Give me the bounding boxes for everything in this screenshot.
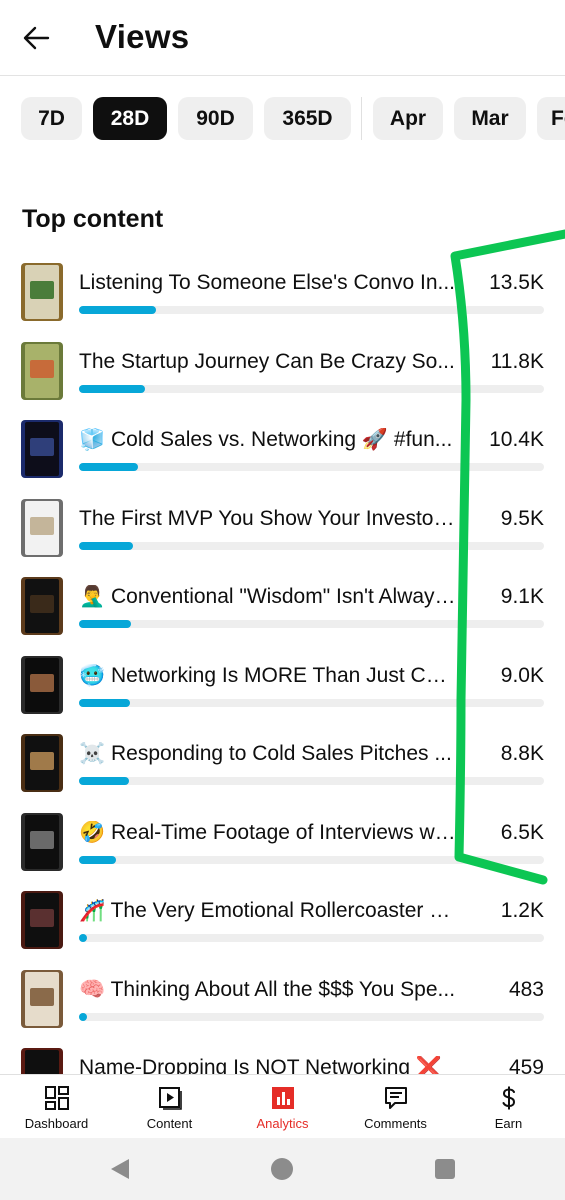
chip-mar[interactable]: Mar xyxy=(454,97,526,140)
chip-365d[interactable]: 365D xyxy=(264,97,351,140)
progress-fill xyxy=(79,542,133,550)
period-chips: 7D 28D 90D 365D Apr Mar Fe xyxy=(0,97,565,141)
page-title: Views xyxy=(95,18,190,55)
content-icon xyxy=(156,1084,184,1112)
video-title: 🧠 Thinking About All the $$$ You Spe... xyxy=(79,978,456,1001)
list-item[interactable]: 🧊 Cold Sales vs. Networking 🚀 #fun... 10… xyxy=(0,420,565,498)
view-count: 10.4K xyxy=(489,428,544,451)
system-navigation-bar xyxy=(0,1138,565,1200)
section-title: Top content xyxy=(22,205,164,233)
view-count: 9.0K xyxy=(500,664,544,687)
progress-track xyxy=(79,306,544,314)
video-thumbnail xyxy=(21,813,63,871)
view-count: 9.1K xyxy=(500,585,544,608)
video-title: The Startup Journey Can Be Crazy So... xyxy=(79,350,455,373)
progress-fill xyxy=(79,385,146,393)
system-home-icon[interactable] xyxy=(269,1156,295,1182)
progress-track xyxy=(79,620,544,628)
view-count: 8.8K xyxy=(500,742,544,765)
video-title: The First MVP You Show Your Investors... xyxy=(79,507,457,530)
video-title: 🧊 Cold Sales vs. Networking 🚀 #fun... xyxy=(79,428,453,451)
progress-fill xyxy=(79,306,156,314)
analytics-icon xyxy=(269,1084,297,1112)
system-recents-icon[interactable] xyxy=(432,1156,458,1182)
back-arrow-icon[interactable] xyxy=(18,20,58,56)
chip-apr[interactable]: Apr xyxy=(373,97,443,140)
nav-label: Dashboard xyxy=(24,1116,89,1131)
progress-fill xyxy=(79,620,131,628)
system-back-icon[interactable] xyxy=(107,1156,133,1182)
progress-track xyxy=(79,1013,544,1021)
view-count: 1.2K xyxy=(500,899,544,922)
progress-track xyxy=(79,934,544,942)
chip-28d[interactable]: 28D xyxy=(93,97,167,140)
video-thumbnail xyxy=(21,970,63,1028)
progress-fill xyxy=(79,934,87,942)
progress-fill xyxy=(79,1013,87,1021)
progress-track xyxy=(79,856,544,864)
progress-track xyxy=(79,699,544,707)
video-title: 🎢 The Very Emotional Rollercoaster of ..… xyxy=(79,899,457,922)
progress-fill xyxy=(79,856,116,864)
progress-track xyxy=(79,777,544,785)
bottom-navigation: Dashboard Content Analytics Comments Ear… xyxy=(0,1074,565,1138)
list-item[interactable]: ☠️ Responding to Cold Sales Pitches ... … xyxy=(0,734,565,812)
dashboard-icon xyxy=(43,1084,71,1112)
view-count: 483 xyxy=(508,978,544,1001)
top-app-bar: Views xyxy=(0,0,565,76)
video-thumbnail xyxy=(21,734,63,792)
chip-7d[interactable]: 7D xyxy=(21,97,82,140)
list-item[interactable]: Listening To Someone Else's Convo In... … xyxy=(0,263,565,341)
list-item[interactable]: 🤣 Real-Time Footage of Interviews with..… xyxy=(0,813,565,891)
video-thumbnail xyxy=(21,342,63,400)
earn-icon xyxy=(495,1084,523,1112)
view-count: 6.5K xyxy=(500,821,544,844)
comments-icon xyxy=(382,1084,410,1112)
list-item[interactable]: The First MVP You Show Your Investors...… xyxy=(0,499,565,577)
nav-label: Content xyxy=(146,1116,193,1131)
progress-track xyxy=(79,385,544,393)
video-thumbnail xyxy=(21,420,63,478)
video-title: 🥶 Networking Is MORE Than Just Cold... xyxy=(79,664,457,687)
video-thumbnail xyxy=(21,577,63,635)
progress-fill xyxy=(79,463,139,471)
video-title: 🤦‍♂️ Conventional "Wisdom" Isn't Always.… xyxy=(79,585,457,608)
progress-track xyxy=(79,542,544,550)
progress-fill xyxy=(79,699,131,707)
list-item[interactable]: 🎢 The Very Emotional Rollercoaster of ..… xyxy=(0,891,565,969)
list-item[interactable]: The Startup Journey Can Be Crazy So... 1… xyxy=(0,342,565,420)
video-thumbnail xyxy=(21,263,63,321)
nav-content[interactable]: Content xyxy=(113,1075,226,1139)
list-item[interactable]: 🧠 Thinking About All the $$$ You Spe... … xyxy=(0,970,565,1048)
nav-analytics[interactable]: Analytics xyxy=(226,1075,339,1139)
chip-90d[interactable]: 90D xyxy=(178,97,253,140)
video-thumbnail xyxy=(21,656,63,714)
nav-dashboard[interactable]: Dashboard xyxy=(0,1075,113,1139)
video-title: ☠️ Responding to Cold Sales Pitches ... xyxy=(79,742,452,765)
video-title: 🤣 Real-Time Footage of Interviews with..… xyxy=(79,821,457,844)
nav-comments[interactable]: Comments xyxy=(339,1075,452,1139)
view-count: 9.5K xyxy=(500,507,544,530)
chip-feb[interactable]: Fe xyxy=(537,97,565,140)
video-title: Listening To Someone Else's Convo In... xyxy=(79,271,456,294)
progress-fill xyxy=(79,777,129,785)
list-item[interactable]: 🥶 Networking Is MORE Than Just Cold... 9… xyxy=(0,656,565,734)
nav-label: Comments xyxy=(364,1116,427,1131)
video-thumbnail xyxy=(21,891,63,949)
nav-label: Earn xyxy=(494,1116,523,1131)
chip-divider xyxy=(361,97,362,140)
progress-track xyxy=(79,463,544,471)
nav-label: Analytics xyxy=(256,1116,309,1131)
list-item[interactable]: 🤦‍♂️ Conventional "Wisdom" Isn't Always.… xyxy=(0,577,565,655)
view-count: 11.8K xyxy=(490,350,544,373)
video-thumbnail xyxy=(21,499,63,557)
view-count: 13.5K xyxy=(489,271,544,294)
nav-earn[interactable]: Earn xyxy=(452,1075,565,1139)
